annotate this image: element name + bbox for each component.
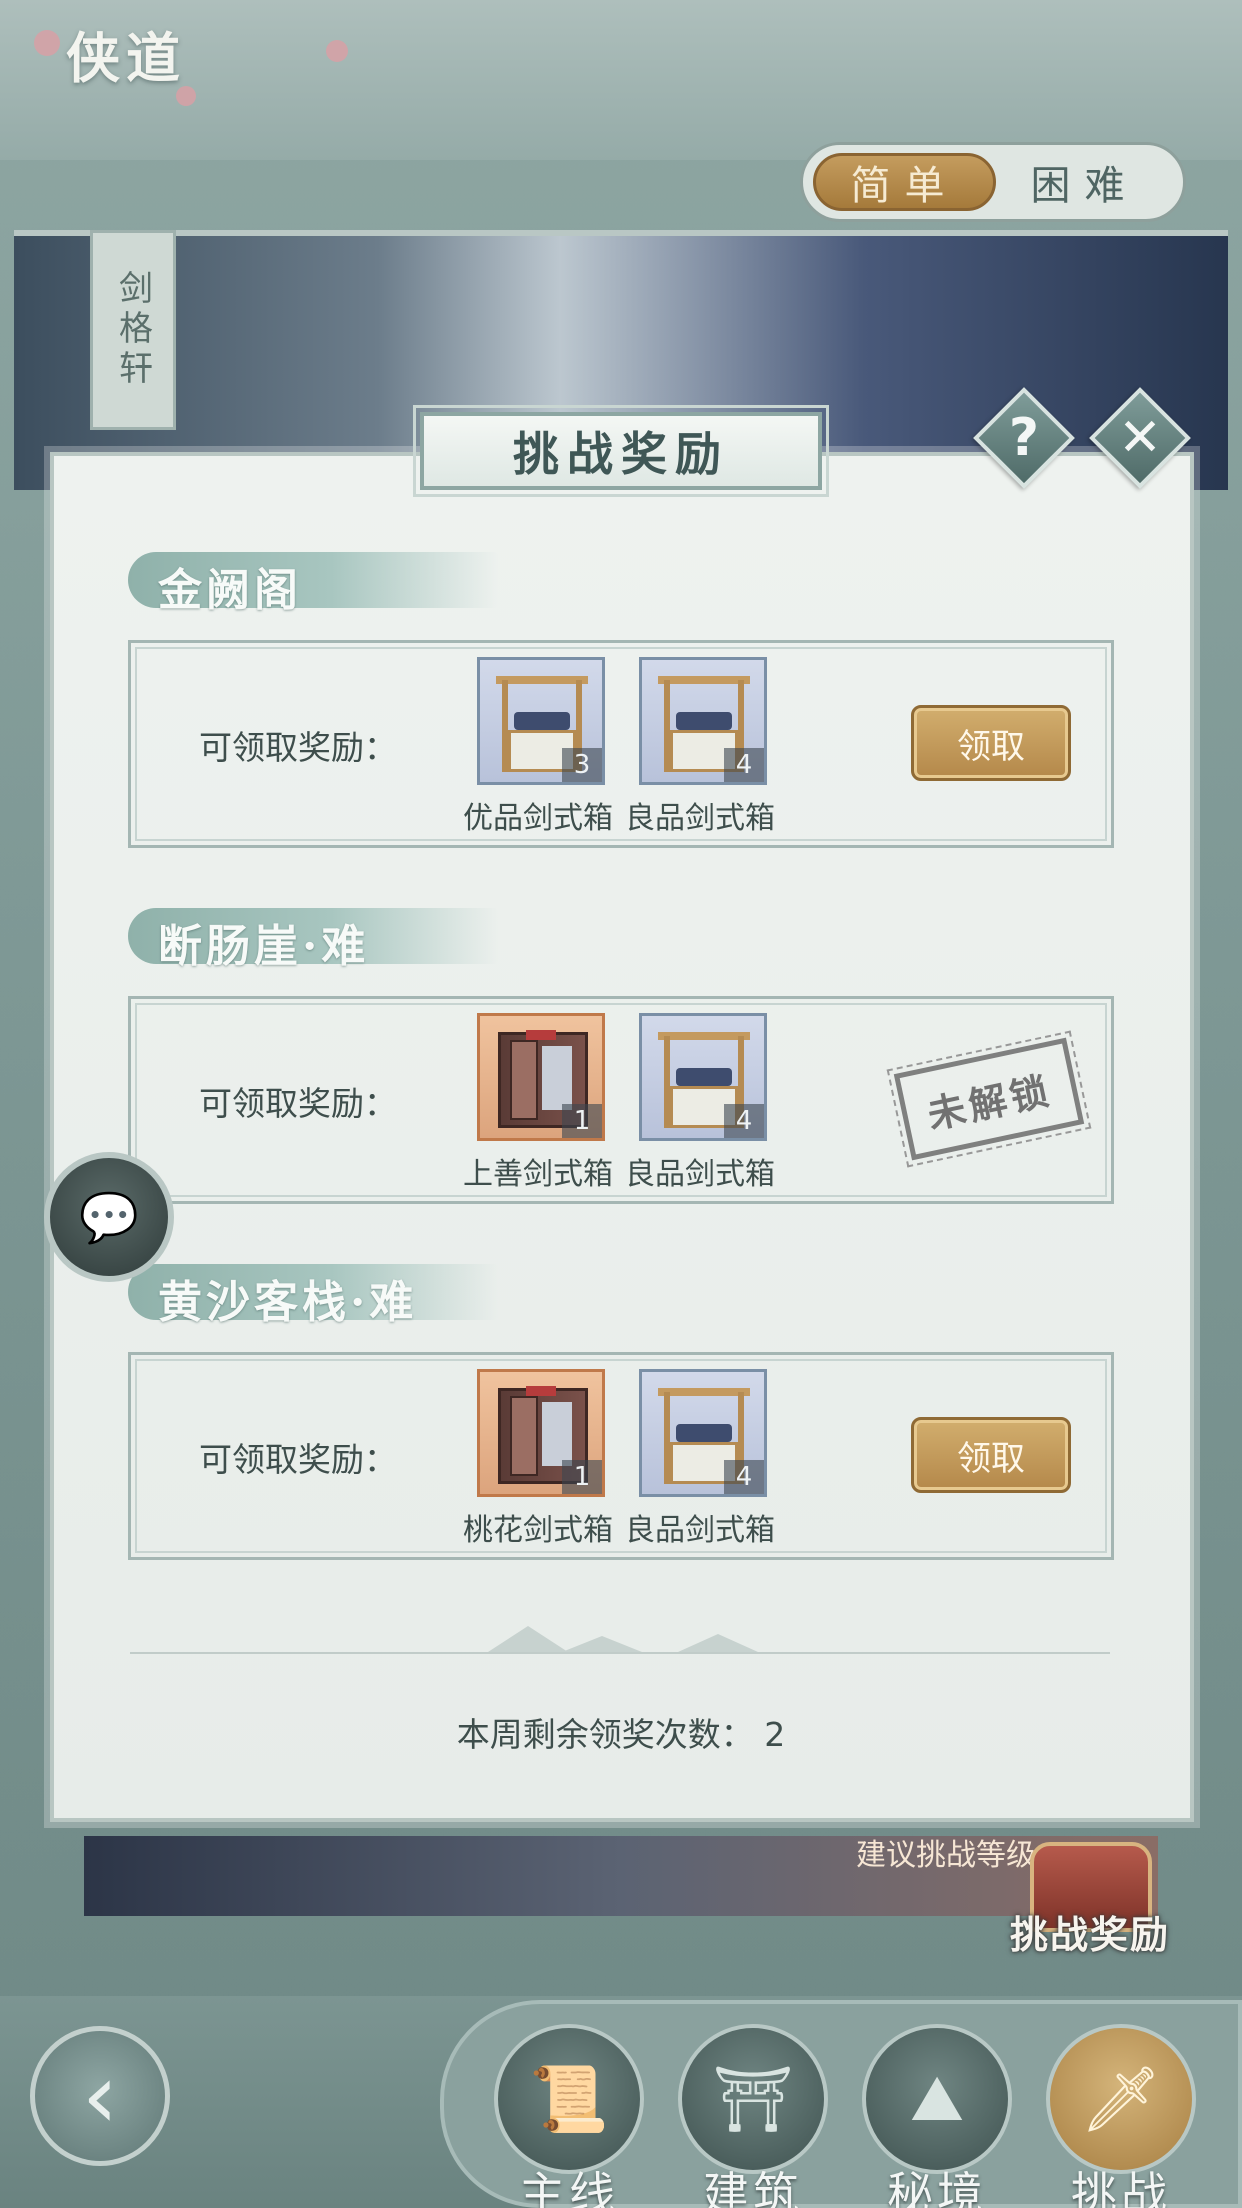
- locked-stamp: 未解锁: [887, 1029, 1091, 1169]
- reward-label: 可领取奖励：: [199, 1440, 397, 1479]
- challenge-reward-label[interactable]: 挑战奖励: [1010, 1904, 1170, 1959]
- item-name: 优品剑式箱: [463, 801, 613, 836]
- close-icon: ✕: [1118, 408, 1162, 468]
- item-name: 良品剑式箱: [625, 1157, 775, 1192]
- mountain-decoration: [562, 1636, 642, 1652]
- section-name: 断肠崖·难: [158, 921, 370, 972]
- reward-row: 可领取奖励： 1 4 上善剑式箱 良品剑式箱 未解锁: [128, 996, 1114, 1204]
- stall-icon: [658, 676, 750, 684]
- remaining-count: 2: [764, 1715, 786, 1754]
- reward-row: 可领取奖励： 3 4 优品剑式箱 良品剑式箱 领取: [128, 640, 1114, 848]
- reward-label: 可领取奖励：: [199, 728, 397, 767]
- nav-item-challenge[interactable]: 🗡 挑战: [1046, 2024, 1196, 2208]
- blossom-decoration: [326, 40, 348, 62]
- reward-item[interactable]: 1: [477, 1013, 605, 1141]
- back-button[interactable]: ‹: [30, 2026, 170, 2166]
- section-name: 黄沙客栈·难: [158, 1277, 418, 1328]
- suggest-level-text: 建议挑战等级: [856, 1838, 1036, 1873]
- claim-button[interactable]: 领取: [911, 1417, 1071, 1493]
- chevron-left-icon: ‹: [82, 2043, 118, 2149]
- section-title: 金阙阁: [128, 552, 498, 616]
- item-name: 上善剑式箱: [463, 1157, 613, 1192]
- item-name: 良品剑式箱: [625, 1513, 775, 1548]
- chat-button[interactable]: 💬: [44, 1152, 174, 1282]
- modal-header: 挑战奖励: [413, 405, 829, 497]
- reward-row: 可领取奖励： 1 4 桃花剑式箱 良品剑式箱 领取: [128, 1352, 1114, 1560]
- cabinet-icon-panel: [542, 1402, 572, 1466]
- stall-icon: [658, 1032, 750, 1040]
- item-count: 1: [562, 1104, 602, 1138]
- item-name: 良品剑式箱: [625, 801, 775, 836]
- cabinet-icon-seal: [526, 1030, 556, 1040]
- remaining-claims: 本周剩余领奖次数： 2: [0, 1708, 1242, 1756]
- top-bar: [0, 0, 1242, 160]
- stall-icon-goods: [676, 1068, 732, 1086]
- question-icon: ?: [1008, 408, 1040, 468]
- reward-item[interactable]: 1: [477, 1369, 605, 1497]
- stall-icon: [496, 676, 588, 684]
- item-count: 4: [724, 1460, 764, 1494]
- sword-icon: 🗡: [1046, 2024, 1196, 2174]
- item-count: 3: [562, 748, 602, 782]
- nav-item-building[interactable]: ⛩ 建筑: [678, 2024, 828, 2208]
- section-name: 金阙阁: [158, 565, 302, 616]
- cabinet-icon-panel: [542, 1046, 572, 1110]
- divider: [130, 1652, 1110, 1654]
- item-count: 4: [724, 1104, 764, 1138]
- difficulty-hard-button[interactable]: 困难: [996, 153, 1173, 211]
- reward-item[interactable]: 4: [639, 1013, 767, 1141]
- difficulty-easy-button[interactable]: 简单: [813, 153, 996, 211]
- blossom-decoration: [34, 30, 60, 56]
- mountain-decoration: [488, 1626, 568, 1652]
- stall-icon-goods: [676, 712, 732, 730]
- cabinet-icon-door: [510, 1396, 538, 1476]
- mountain-icon: ⛰: [862, 2024, 1012, 2174]
- section-title: 断肠崖·难: [128, 908, 498, 972]
- reward-item[interactable]: 3: [477, 657, 605, 785]
- nav-label: 秘境: [887, 2167, 987, 2208]
- nav-label: 建筑: [703, 2167, 803, 2208]
- nav-label: 挑战: [1071, 2167, 1171, 2208]
- item-count: 1: [562, 1460, 602, 1494]
- modal-title: 挑战奖励: [513, 427, 729, 481]
- location-tag: 剑格轩: [90, 230, 176, 430]
- reward-item[interactable]: 4: [639, 1369, 767, 1497]
- item-count: 4: [724, 748, 764, 782]
- cabinet-icon-door: [510, 1040, 538, 1120]
- nav-item-realm[interactable]: ⛰ 秘境: [862, 2024, 1012, 2208]
- stall-icon-goods: [676, 1424, 732, 1442]
- section-title: 黄沙客栈·难: [128, 1264, 498, 1328]
- claim-button[interactable]: 领取: [911, 705, 1071, 781]
- cabinet-icon-seal: [526, 1386, 556, 1396]
- chat-icon: 💬: [79, 1189, 139, 1246]
- nav-label: 主线: [519, 2167, 619, 2208]
- stall-icon-goods: [514, 712, 570, 730]
- well-icon: ⛩: [678, 2024, 828, 2174]
- app-title: 侠道: [66, 26, 186, 90]
- stall-icon: [658, 1388, 750, 1396]
- reward-item[interactable]: 4: [639, 657, 767, 785]
- remaining-label: 本周剩余领奖次数：: [456, 1715, 754, 1754]
- mountain-decoration: [678, 1634, 758, 1652]
- scroll-icon: 📜: [494, 2024, 644, 2174]
- item-name: 桃花剑式箱: [463, 1513, 613, 1548]
- reward-label: 可领取奖励：: [199, 1084, 397, 1123]
- difficulty-toggle: 简单 困难: [800, 142, 1186, 222]
- nav-item-main[interactable]: 📜 主线: [494, 2024, 644, 2208]
